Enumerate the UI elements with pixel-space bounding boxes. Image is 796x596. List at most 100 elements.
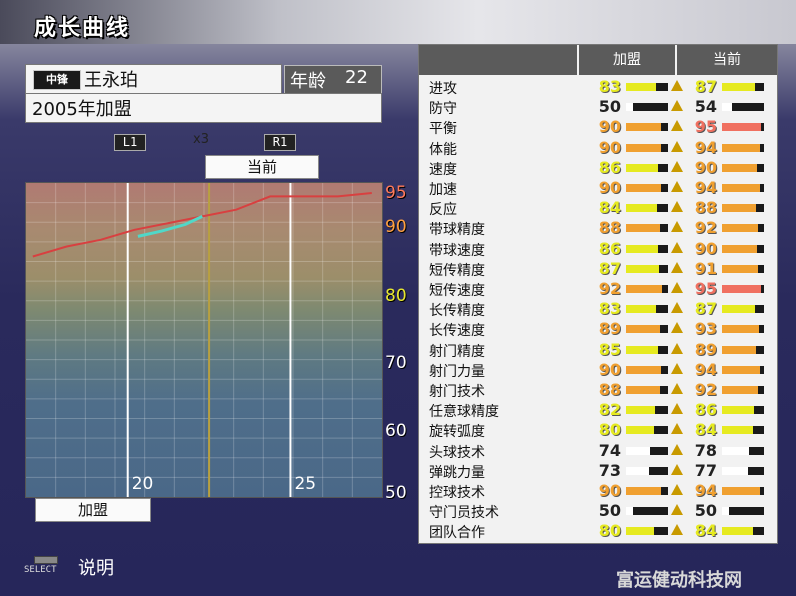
help-label[interactable]: 说明 bbox=[78, 554, 114, 580]
r1-button[interactable]: R1 bbox=[264, 134, 296, 151]
current-bar bbox=[722, 426, 764, 435]
x-tick-label: 20 bbox=[132, 474, 154, 494]
current-value: 93 bbox=[694, 319, 717, 339]
attribute-name: 速度 bbox=[429, 161, 457, 178]
increase-arrow-icon bbox=[671, 423, 683, 435]
attribute-name: 进攻 bbox=[429, 81, 457, 97]
increase-arrow-icon bbox=[671, 322, 683, 334]
attribute-name: 加速 bbox=[429, 182, 457, 198]
current-value: 95 bbox=[694, 279, 717, 298]
current-bar-fill bbox=[722, 426, 753, 435]
joined-value: 86 bbox=[598, 238, 621, 258]
increase-arrow-icon bbox=[671, 342, 683, 354]
table-row: 带球速度 86 90 bbox=[419, 239, 777, 259]
current-bar bbox=[722, 507, 764, 516]
zoom-level: x3 bbox=[193, 132, 209, 147]
joined-bar-fill bbox=[626, 184, 661, 192]
table-row: 反应 84 88 bbox=[419, 198, 777, 218]
joined-bar-fill bbox=[626, 143, 661, 152]
attribute-name: 带球速度 bbox=[429, 242, 485, 259]
current-bar bbox=[722, 446, 764, 455]
current-value: 87 bbox=[694, 77, 717, 96]
joined-value: 88 bbox=[598, 380, 621, 399]
current-value: 89 bbox=[694, 339, 717, 359]
y-tick-label: 90 bbox=[385, 217, 407, 237]
joined-bar-fill bbox=[626, 103, 633, 112]
joined-value: 50 bbox=[598, 97, 621, 117]
joined-bar-fill bbox=[626, 466, 649, 475]
current-bar bbox=[722, 305, 764, 314]
joined-bar-fill bbox=[626, 345, 658, 354]
joined-value: 84 bbox=[598, 198, 621, 218]
table-row: 射门精度 85 89 bbox=[419, 340, 777, 360]
increase-arrow-icon bbox=[671, 524, 683, 536]
age-value: 22 bbox=[345, 67, 368, 88]
increase-arrow-icon bbox=[671, 463, 683, 475]
current-bar-fill bbox=[722, 406, 754, 415]
current-value: 94 bbox=[694, 481, 717, 500]
joined-value: 83 bbox=[598, 77, 621, 96]
table-row: 短传精度 87 91 bbox=[419, 259, 777, 279]
increase-arrow-icon bbox=[671, 140, 683, 152]
current-bar bbox=[722, 123, 764, 132]
current-value: 77 bbox=[694, 460, 717, 480]
joined-bar-fill bbox=[626, 83, 656, 91]
current-bar-fill bbox=[722, 527, 753, 536]
table-row: 速度 86 90 bbox=[419, 158, 777, 178]
table-row: 平衡 90 95 bbox=[419, 117, 777, 137]
increase-arrow-icon bbox=[671, 383, 683, 394]
table-row: 射门力量 90 94 bbox=[419, 360, 777, 380]
joined-bar-fill bbox=[626, 487, 661, 495]
joined-value: 89 bbox=[598, 319, 621, 339]
joined-bar bbox=[626, 325, 668, 334]
current-bar-fill bbox=[722, 123, 761, 132]
current-bar-fill bbox=[722, 163, 757, 172]
l1-button[interactable]: L1 bbox=[114, 134, 146, 151]
joined-bar-fill bbox=[626, 305, 656, 314]
table-row: 短传速度 92 95 bbox=[419, 279, 777, 299]
table-row: 防守 50 54 bbox=[419, 97, 777, 117]
increase-arrow-icon bbox=[671, 120, 683, 132]
current-value: 54 bbox=[694, 97, 717, 117]
table-row: 加速 90 94 bbox=[419, 178, 777, 198]
current-value: 88 bbox=[694, 198, 717, 218]
joined-bar bbox=[626, 527, 668, 536]
table-row: 射门技术 88 92 bbox=[419, 380, 777, 400]
current-bar bbox=[722, 487, 764, 495]
current-bar bbox=[722, 386, 764, 394]
joined-bar bbox=[626, 224, 668, 233]
joined-marker-label: 加盟 bbox=[35, 498, 151, 522]
joined-bar bbox=[626, 305, 668, 314]
joined-bar bbox=[626, 285, 668, 293]
watermark: 富运健动科技网 bbox=[616, 570, 742, 591]
current-bar bbox=[722, 143, 764, 152]
select-label: SELECT bbox=[24, 565, 57, 575]
attribute-name: 射门力量 bbox=[429, 363, 485, 380]
attribute-name: 平衡 bbox=[429, 121, 457, 138]
attribute-table: 加盟 当前 进攻 83 87 防守 50 54 平衡 90 95 体能 90 94 速度 86 90 加速 90… bbox=[418, 44, 778, 544]
increase-arrow-icon bbox=[671, 221, 683, 233]
attribute-name: 守门员技术 bbox=[429, 505, 499, 522]
joined-value: 90 bbox=[598, 117, 621, 137]
table-row: 守门员技术 50 50 bbox=[419, 501, 777, 521]
joined-bar bbox=[626, 83, 668, 91]
growth-chart: 20 25 bbox=[25, 182, 383, 498]
joined-bar-fill bbox=[626, 163, 658, 172]
current-bar-fill bbox=[722, 305, 755, 314]
table-row: 弹跳力量 73 77 bbox=[419, 461, 777, 481]
current-bar bbox=[722, 204, 764, 213]
current-bar-fill bbox=[722, 204, 756, 213]
joined-value: 80 bbox=[598, 521, 621, 541]
attribute-name: 短传精度 bbox=[429, 262, 485, 279]
current-bar bbox=[722, 224, 764, 233]
joined-value: 83 bbox=[598, 299, 621, 319]
table-header-joined: 加盟 bbox=[579, 45, 675, 75]
joined-bar bbox=[626, 244, 668, 253]
joined-value: 86 bbox=[598, 157, 621, 177]
table-row: 团队合作 80 84 bbox=[419, 521, 777, 541]
joined-bar bbox=[626, 103, 668, 112]
joined-value: 80 bbox=[598, 420, 621, 440]
joined-value: 92 bbox=[598, 279, 621, 298]
table-row: 头球技术 74 78 bbox=[419, 441, 777, 461]
current-bar bbox=[722, 527, 764, 536]
